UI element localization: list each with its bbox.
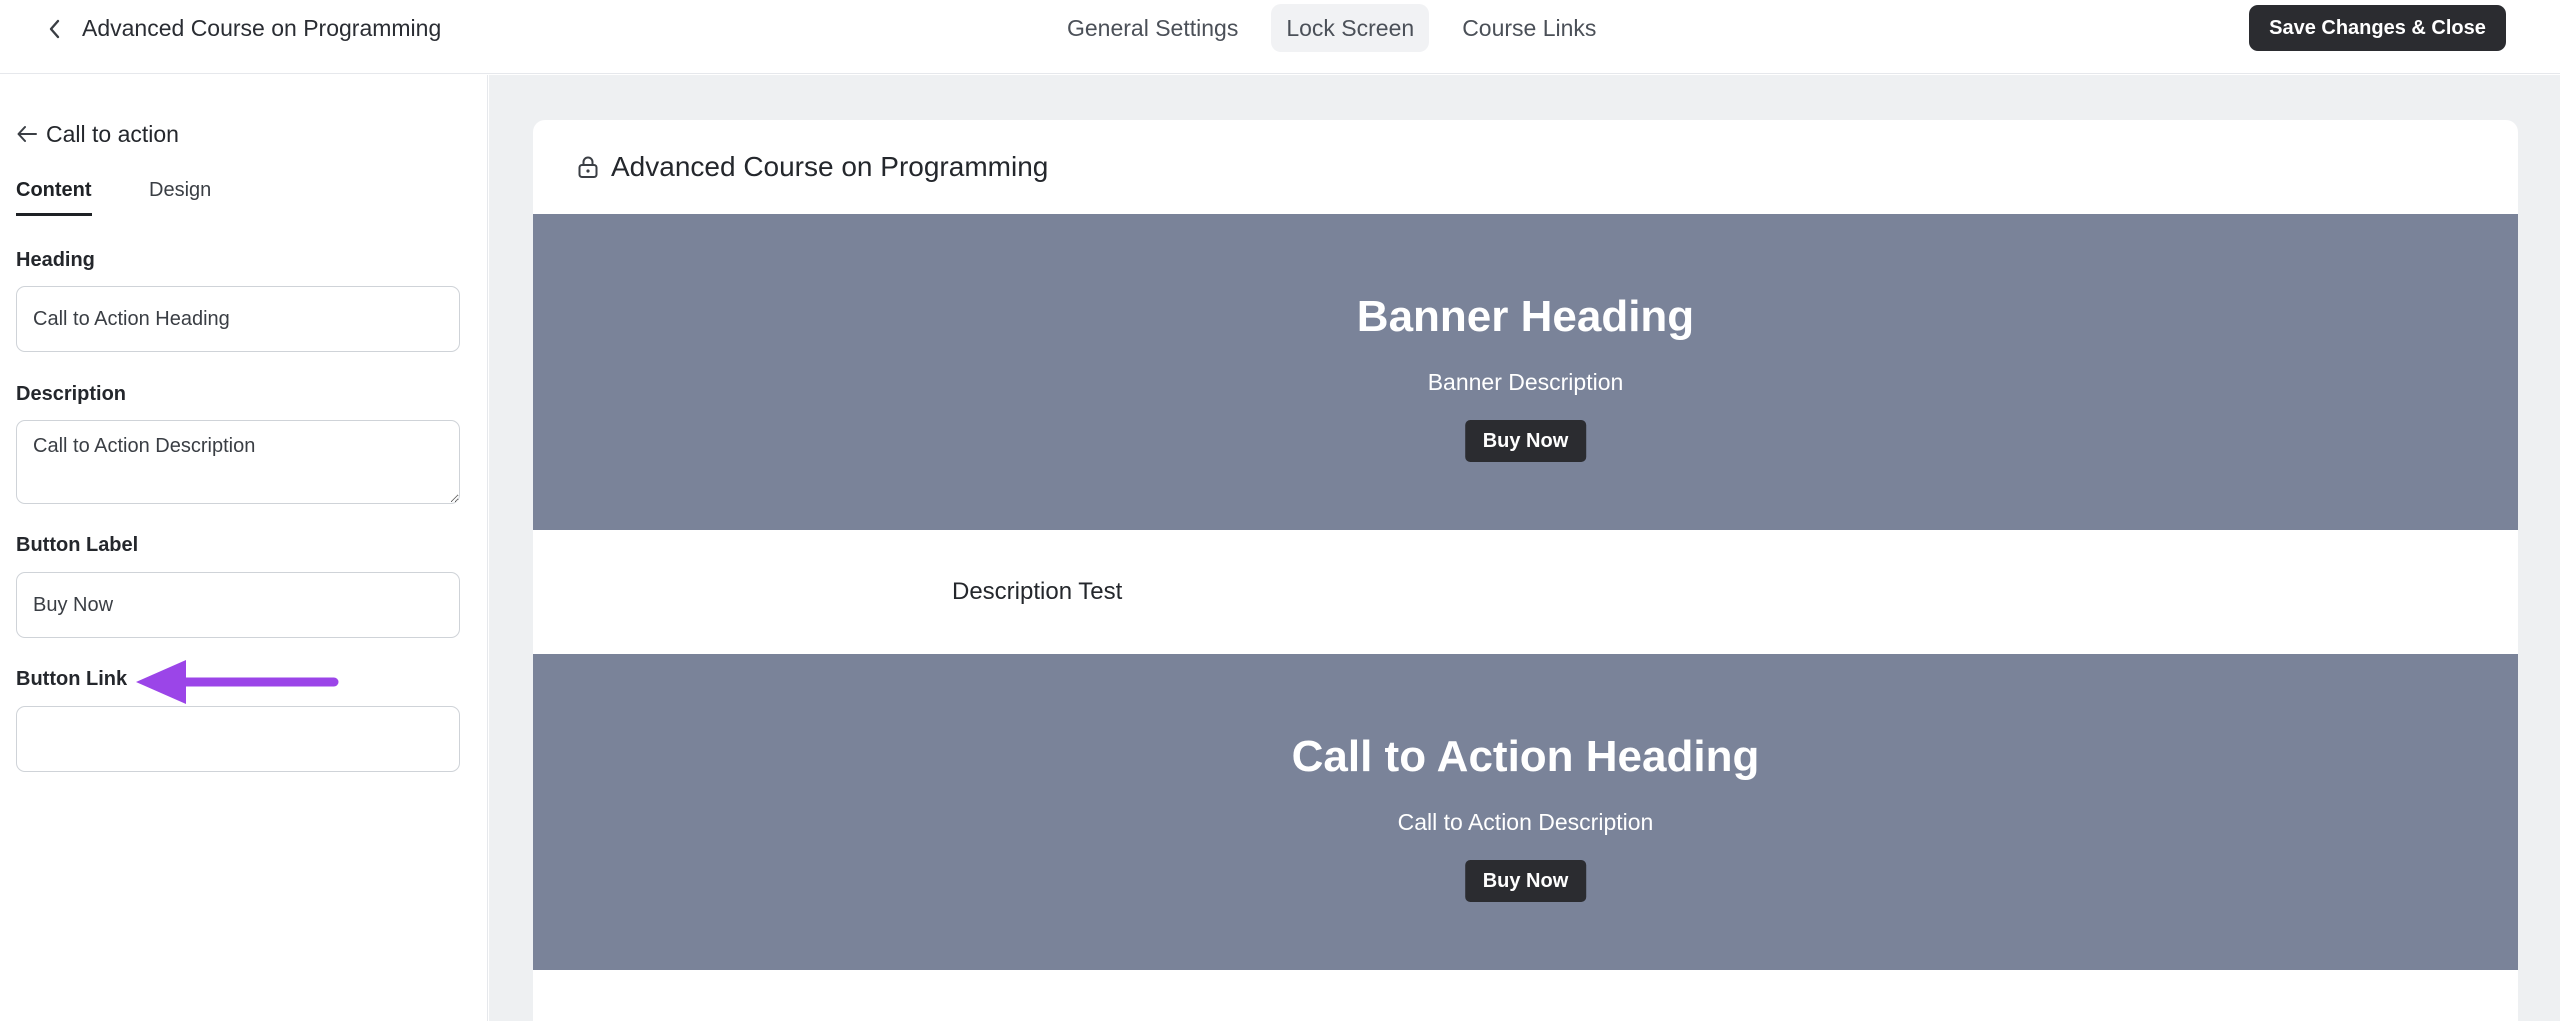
description-section: Description Test <box>533 530 2518 654</box>
chevron-left-icon <box>49 19 60 39</box>
section-title: Call to action <box>46 120 179 147</box>
banner-section: Banner Heading Banner Description Buy No… <box>533 214 2518 530</box>
preview-title: Advanced Course on Programming <box>611 151 1049 182</box>
tab-course-links[interactable]: Course Links <box>1447 4 1611 52</box>
settings-panel: Call to action Content Design Heading De… <box>0 75 488 1021</box>
tab-general-settings[interactable]: General Settings <box>1052 4 1253 52</box>
banner-description: Banner Description <box>1427 369 1624 395</box>
save-changes-close-button[interactable]: Save Changes & Close <box>2249 5 2506 51</box>
lock-screen-preview: Advanced Course on Programming Banner He… <box>533 120 2518 1021</box>
button-label-input[interactable] <box>16 572 460 638</box>
banner-buy-now-button[interactable]: Buy Now <box>1464 420 1587 462</box>
cta-buy-now-button[interactable]: Buy Now <box>1464 860 1587 902</box>
description-label: Description <box>16 383 127 405</box>
tab-content[interactable]: Content <box>16 179 92 216</box>
top-tabs: General Settings Lock Screen Course Link… <box>1052 4 1611 52</box>
button-link-input[interactable] <box>16 706 460 772</box>
heading-input[interactable] <box>16 286 460 352</box>
preview-canvas: Advanced Course on Programming Banner He… <box>489 75 2560 1021</box>
description-text: Description Test <box>952 578 1123 605</box>
banner-heading: Banner Heading <box>1356 292 1695 341</box>
description-textarea[interactable]: Call to Action Description <box>16 420 460 504</box>
call-to-action-section: Call to Action Heading Call to Action De… <box>533 654 2518 970</box>
arrow-left-icon <box>17 126 37 142</box>
tab-design[interactable]: Design <box>149 179 211 215</box>
back-to-call-to-action[interactable]: Call to action <box>16 119 179 149</box>
button-link-label: Button Link <box>16 668 128 690</box>
cta-heading: Call to Action Heading <box>1291 732 1760 781</box>
course-title: Advanced Course on Programming <box>82 15 442 41</box>
top-bar: Advanced Course on Programming General S… <box>0 0 2560 74</box>
back-button[interactable] <box>40 14 70 44</box>
tab-lock-screen[interactable]: Lock Screen <box>1271 4 1430 52</box>
heading-label: Heading <box>16 249 95 271</box>
arrow-left-icon <box>136 660 339 704</box>
lock-icon <box>578 156 598 178</box>
preview-header: Advanced Course on Programming <box>533 120 2518 214</box>
cta-description: Call to Action Description <box>1397 809 1654 835</box>
button-label-label: Button Label <box>16 534 139 556</box>
